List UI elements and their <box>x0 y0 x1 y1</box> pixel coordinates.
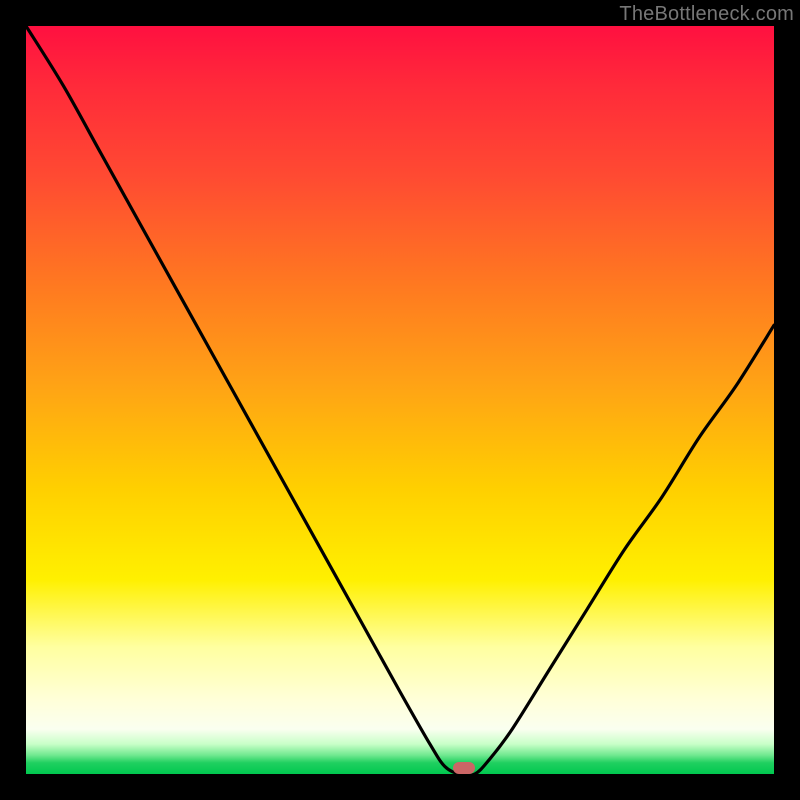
chart-frame: TheBottleneck.com <box>0 0 800 800</box>
bottleneck-curve <box>26 26 774 774</box>
attribution-text: TheBottleneck.com <box>619 3 794 26</box>
plot-area <box>26 26 774 774</box>
optimal-point-marker <box>453 762 475 774</box>
